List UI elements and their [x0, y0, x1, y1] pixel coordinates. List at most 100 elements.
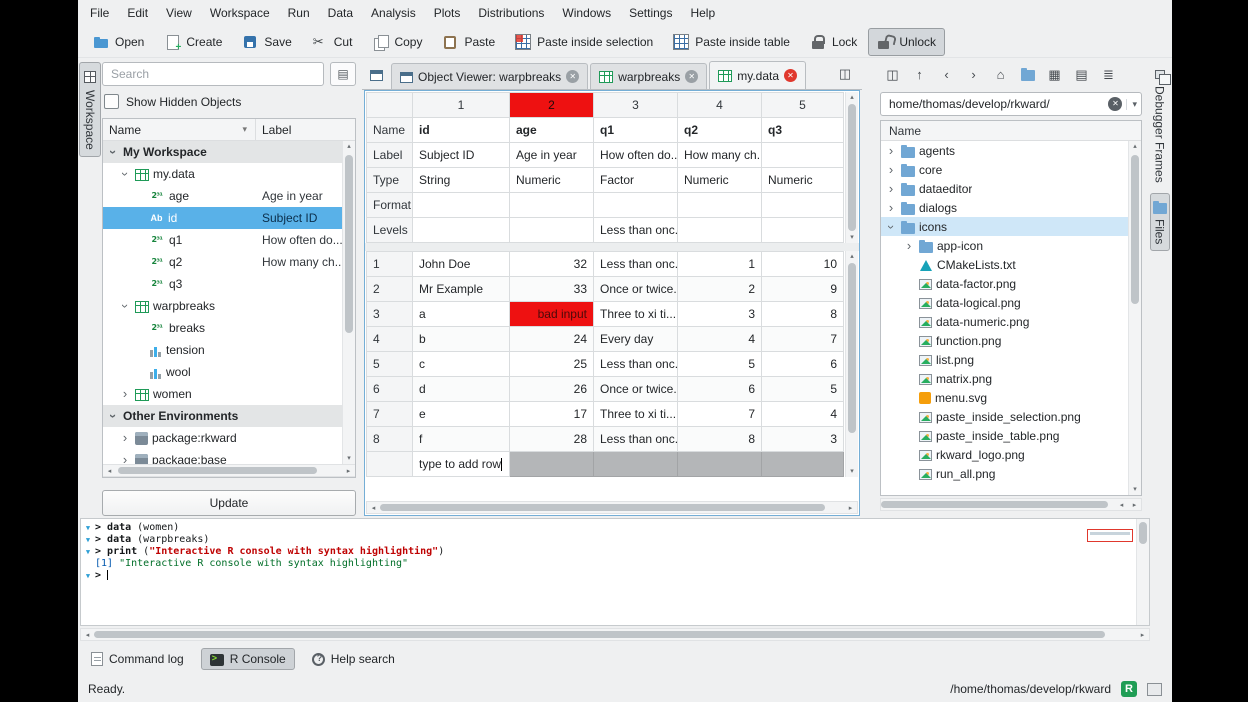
- workspace-item-my-data[interactable]: ›my.data: [103, 163, 355, 185]
- go-back-button[interactable]: ‹: [934, 62, 959, 86]
- new-folder-button[interactable]: [1015, 62, 1040, 86]
- file-item-menu-svg[interactable]: menu.svg: [881, 388, 1141, 407]
- file-item-icons[interactable]: ›icons: [881, 217, 1141, 236]
- close-tab-icon[interactable]: ✕: [784, 69, 797, 82]
- meta-cell[interactable]: q1: [594, 118, 678, 143]
- data-cell[interactable]: Mr Example: [413, 277, 510, 302]
- chevron-expanded-icon[interactable]: ›: [119, 168, 131, 180]
- chevron-expanded-icon[interactable]: ›: [107, 410, 119, 422]
- meta-row-header-format[interactable]: Format: [367, 193, 413, 218]
- show-hidden-checkbox[interactable]: [104, 94, 119, 109]
- search-input[interactable]: [102, 62, 324, 86]
- data-cell[interactable]: 3: [678, 302, 762, 327]
- file-item-core[interactable]: ›core: [881, 160, 1141, 179]
- data-cell[interactable]: 2: [678, 277, 762, 302]
- workspace-item-breaks[interactable]: 2³¹breaks: [103, 317, 355, 339]
- paste-inside-selection-button[interactable]: Paste inside selection: [506, 28, 662, 56]
- meta-cell[interactable]: [678, 218, 762, 243]
- scroll-right-icon[interactable]: ▸: [844, 504, 857, 512]
- meta-cell[interactable]: [678, 193, 762, 218]
- chevron-expanded-icon[interactable]: ›: [107, 146, 119, 158]
- file-item-agents[interactable]: ›agents: [881, 141, 1141, 160]
- workspace-item-women[interactable]: ›women: [103, 383, 355, 405]
- chevron-collapsed-icon[interactable]: ›: [119, 388, 131, 400]
- data-cell[interactable]: 1: [678, 252, 762, 277]
- menu-item-edit[interactable]: Edit: [119, 2, 156, 24]
- menu-item-run[interactable]: Run: [280, 2, 318, 24]
- meta-row-header-levels[interactable]: Levels: [367, 218, 413, 243]
- meta-cell[interactable]: Numeric: [510, 168, 594, 193]
- chevron-down-icon[interactable]: ▾: [1126, 99, 1137, 110]
- close-tab-icon[interactable]: ✕: [685, 70, 698, 83]
- data-cell[interactable]: Every day: [594, 327, 678, 352]
- data-cell[interactable]: 7: [678, 402, 762, 427]
- scroll-up-icon[interactable]: ▴: [846, 251, 858, 262]
- data-cell[interactable]: 9: [762, 277, 844, 302]
- scrollbar-thumb[interactable]: [345, 155, 353, 333]
- paste-inside-table-button[interactable]: Paste inside table: [664, 28, 799, 56]
- meta-cell[interactable]: [762, 193, 844, 218]
- meta-cell[interactable]: [594, 193, 678, 218]
- meta-row-header-label[interactable]: Label: [367, 143, 413, 168]
- data-cell[interactable]: John Doe: [413, 252, 510, 277]
- file-item-rkward-logo-png[interactable]: rkward_logo.png: [881, 445, 1141, 464]
- meta-cell[interactable]: Factor: [594, 168, 678, 193]
- data-cell[interactable]: Three to xi ti...: [594, 302, 678, 327]
- label-column-header[interactable]: Label: [256, 123, 355, 137]
- row-header-1[interactable]: 1: [367, 252, 413, 277]
- data-cell[interactable]: 7: [762, 327, 844, 352]
- row-header-4[interactable]: 4: [367, 327, 413, 352]
- row-header-2[interactable]: 2: [367, 277, 413, 302]
- go-up-button[interactable]: ↑: [907, 62, 932, 86]
- menu-item-data[interactable]: Data: [320, 2, 361, 24]
- file-item-dataeditor[interactable]: ›dataeditor: [881, 179, 1141, 198]
- row-header-5[interactable]: 5: [367, 352, 413, 377]
- data-cell[interactable]: a: [413, 302, 510, 327]
- name-column-header[interactable]: Name ▾: [103, 119, 256, 140]
- data-cell[interactable]: 33: [510, 277, 594, 302]
- data-cell[interactable]: d: [413, 377, 510, 402]
- workspace-tool-tab[interactable]: Workspace: [79, 62, 101, 157]
- menu-item-help[interactable]: Help: [682, 2, 723, 24]
- workspace-section-other-environments[interactable]: ›Other Environments: [103, 405, 355, 427]
- workspace-tree-vertical-scrollbar[interactable]: ▴ ▾: [342, 141, 355, 464]
- meta-cell[interactable]: [413, 218, 510, 243]
- data-cell[interactable]: 24: [510, 327, 594, 352]
- update-button[interactable]: Update: [102, 490, 356, 516]
- file-item-matrix-png[interactable]: matrix.png: [881, 369, 1141, 388]
- workspace-item-age[interactable]: 2³¹ageAge in year: [103, 185, 355, 207]
- meta-cell[interactable]: Numeric: [762, 168, 844, 193]
- grid-column-header-4[interactable]: 4: [678, 93, 762, 118]
- lock-button[interactable]: Lock: [801, 28, 866, 56]
- scrollbar-thumb[interactable]: [1139, 522, 1147, 544]
- grid-horizontal-scrollbar[interactable]: ◂ ▸: [366, 501, 858, 514]
- console-horizontal-scrollbar[interactable]: ◂ ▸: [80, 628, 1150, 641]
- data-cell[interactable]: Once or twice...: [594, 277, 678, 302]
- meta-cell[interactable]: [413, 193, 510, 218]
- home-button[interactable]: ⌂: [988, 62, 1013, 86]
- workspace-item-warpbreaks[interactable]: ›warpbreaks: [103, 295, 355, 317]
- meta-vertical-scrollbar[interactable]: ▴ ▾: [845, 92, 858, 243]
- scroll-up-icon[interactable]: ▴: [846, 92, 858, 103]
- data-cell[interactable]: 6: [678, 377, 762, 402]
- meta-cell[interactable]: [510, 193, 594, 218]
- meta-cell[interactable]: q3: [762, 118, 844, 143]
- meta-cell[interactable]: String: [413, 168, 510, 193]
- data-cell[interactable]: 3: [762, 427, 844, 452]
- menu-item-windows[interactable]: Windows: [554, 2, 619, 24]
- tool-tab-debugger-frames[interactable]: Debugger Frames: [1151, 62, 1169, 189]
- file-item-list-png[interactable]: list.png: [881, 350, 1141, 369]
- data-cell[interactable]: 26: [510, 377, 594, 402]
- scrollbar-thumb[interactable]: [848, 263, 856, 433]
- meta-cell[interactable]: Numeric: [678, 168, 762, 193]
- file-item-dialogs[interactable]: ›dialogs: [881, 198, 1141, 217]
- file-item-cmakelists-txt[interactable]: CMakeLists.txt: [881, 255, 1141, 274]
- chevron-collapsed-icon[interactable]: ›: [885, 164, 897, 176]
- data-cell[interactable]: Three to xi ti...: [594, 402, 678, 427]
- scroll-right-icon[interactable]: ▸: [1136, 631, 1149, 639]
- copy-button[interactable]: Copy: [363, 28, 431, 56]
- file-item-data-numeric-png[interactable]: data-numeric.png: [881, 312, 1141, 331]
- file-item-paste-inside-table-png[interactable]: paste_inside_table.png: [881, 426, 1141, 445]
- paste-button[interactable]: Paste: [433, 28, 504, 56]
- meta-data-splitter[interactable]: [365, 243, 859, 251]
